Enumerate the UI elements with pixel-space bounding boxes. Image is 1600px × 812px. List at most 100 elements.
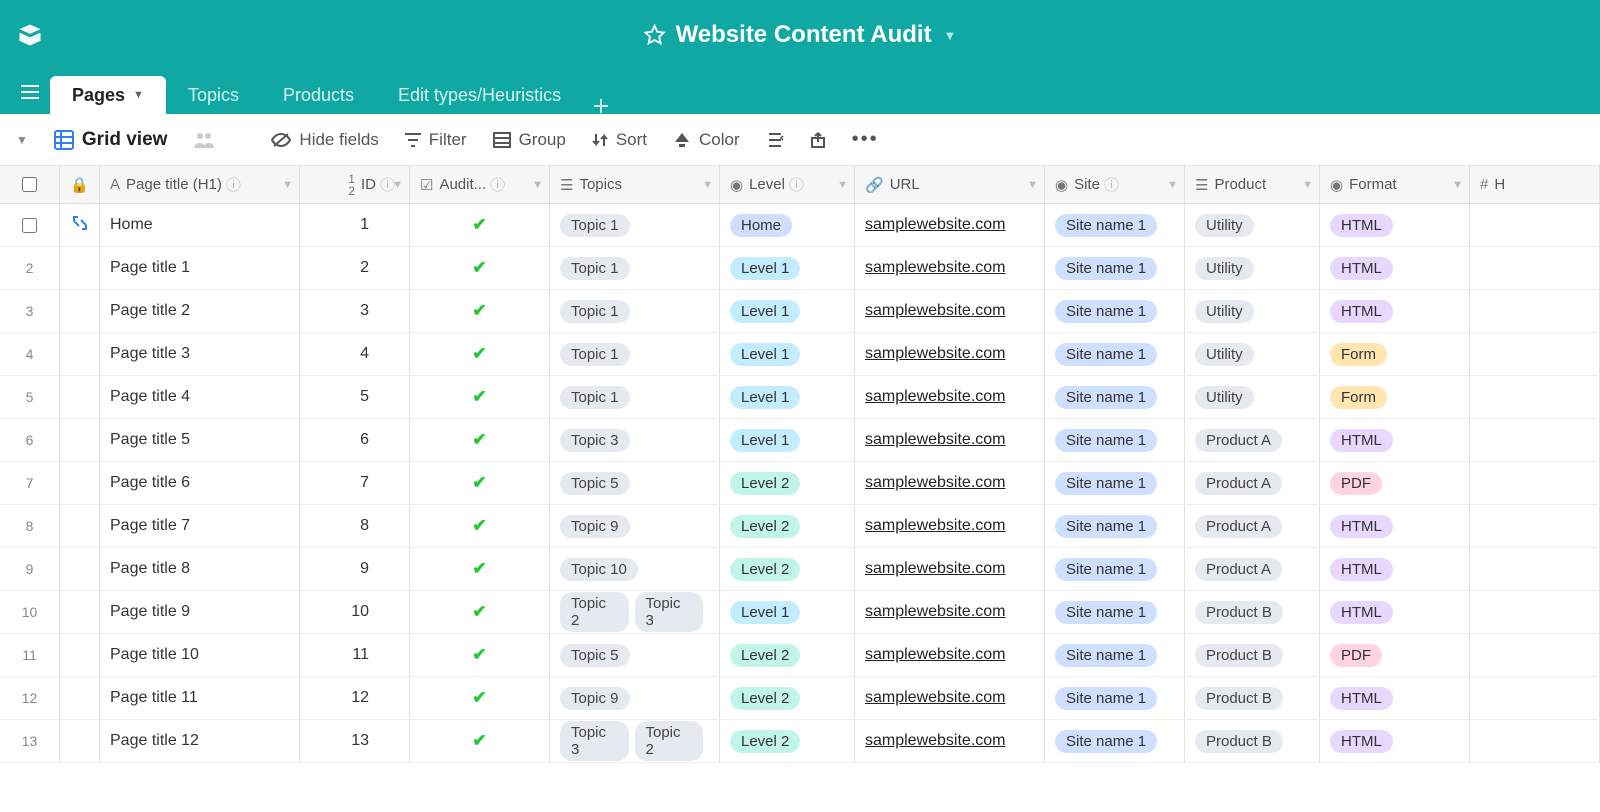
cell-level[interactable]: Level 2: [720, 462, 855, 504]
cell-topics[interactable]: Topic 3Topic 2: [550, 720, 720, 762]
cell-page-title[interactable]: Page title 11: [100, 677, 300, 719]
table-row[interactable]: 4Page title 34✔Topic 1Level 1samplewebsi…: [0, 333, 1600, 376]
sort-button[interactable]: Sort: [592, 130, 647, 150]
cell-topics[interactable]: Topic 9: [550, 505, 720, 547]
cell-product[interactable]: Utility: [1185, 204, 1320, 246]
cell-product[interactable]: Utility: [1185, 290, 1320, 332]
cell-id[interactable]: 5: [300, 376, 410, 418]
row-selector[interactable]: 13: [0, 720, 60, 762]
cell-id[interactable]: 13: [300, 720, 410, 762]
cell-partial[interactable]: [1470, 720, 1600, 762]
group-button[interactable]: Group: [493, 130, 566, 150]
cell-partial[interactable]: [1470, 204, 1600, 246]
column-level[interactable]: ◉ Level ⓘ ▼: [720, 166, 855, 203]
cell-product[interactable]: Product A: [1185, 505, 1320, 547]
column-dropdown-icon[interactable]: ▼: [1167, 179, 1178, 191]
cell-product[interactable]: Product A: [1185, 462, 1320, 504]
column-dropdown-icon[interactable]: ▼: [532, 179, 543, 191]
cell-level[interactable]: Level 2: [720, 677, 855, 719]
url-link[interactable]: samplewebsite.com: [865, 603, 1006, 621]
cell-id[interactable]: 8: [300, 505, 410, 547]
cell-topics[interactable]: Topic 1: [550, 204, 720, 246]
cell-audit[interactable]: ✔: [410, 720, 550, 762]
cell-partial[interactable]: [1470, 634, 1600, 676]
cell-page-title[interactable]: Page title 4: [100, 376, 300, 418]
cell-site[interactable]: Site name 1: [1045, 548, 1185, 590]
cell-audit[interactable]: ✔: [410, 634, 550, 676]
table-row[interactable]: 6Page title 56✔Topic 3Level 1samplewebsi…: [0, 419, 1600, 462]
column-dropdown-icon[interactable]: ▼: [392, 179, 403, 191]
cell-level[interactable]: Level 1: [720, 290, 855, 332]
expand-record[interactable]: [60, 333, 100, 375]
column-product[interactable]: ☰ Product ▼: [1185, 166, 1320, 203]
cell-partial[interactable]: [1470, 333, 1600, 375]
cell-topics[interactable]: Topic 1: [550, 290, 720, 332]
cell-site[interactable]: Site name 1: [1045, 247, 1185, 289]
cell-product[interactable]: Product B: [1185, 634, 1320, 676]
cell-audit[interactable]: ✔: [410, 333, 550, 375]
cell-url[interactable]: samplewebsite.com: [855, 204, 1045, 246]
cell-product[interactable]: Product A: [1185, 548, 1320, 590]
column-id[interactable]: 12 ID ⓘ ▼: [300, 166, 410, 203]
cell-topics[interactable]: Topic 5: [550, 634, 720, 676]
column-dropdown-icon[interactable]: ▼: [1302, 179, 1313, 191]
cell-url[interactable]: samplewebsite.com: [855, 548, 1045, 590]
tab-topics[interactable]: Topics: [166, 76, 261, 114]
row-selector[interactable]: 6: [0, 419, 60, 461]
cell-topics[interactable]: Topic 1: [550, 247, 720, 289]
cell-site[interactable]: Site name 1: [1045, 419, 1185, 461]
expand-record[interactable]: [60, 247, 100, 289]
cell-audit[interactable]: ✔: [410, 591, 550, 633]
cell-url[interactable]: samplewebsite.com: [855, 505, 1045, 547]
row-selector[interactable]: 5: [0, 376, 60, 418]
hide-fields-button[interactable]: Hide fields: [271, 130, 378, 150]
cell-page-title[interactable]: Page title 8: [100, 548, 300, 590]
cell-audit[interactable]: ✔: [410, 462, 550, 504]
cell-id[interactable]: 9: [300, 548, 410, 590]
table-row[interactable]: 2Page title 12✔Topic 1Level 1samplewebsi…: [0, 247, 1600, 290]
table-row[interactable]: 11Page title 1011✔Topic 5Level 2samplewe…: [0, 634, 1600, 677]
cell-product[interactable]: Utility: [1185, 247, 1320, 289]
cell-id[interactable]: 1: [300, 204, 410, 246]
cell-partial[interactable]: [1470, 462, 1600, 504]
row-selector[interactable]: 2: [0, 247, 60, 289]
cell-url[interactable]: samplewebsite.com: [855, 677, 1045, 719]
table-row[interactable]: 13Page title 1213✔Topic 3Topic 2Level 2s…: [0, 720, 1600, 763]
cell-level[interactable]: Home: [720, 204, 855, 246]
cell-page-title[interactable]: Page title 9: [100, 591, 300, 633]
cell-format[interactable]: PDF: [1320, 462, 1470, 504]
cell-page-title[interactable]: Page title 12: [100, 720, 300, 762]
cell-partial[interactable]: [1470, 677, 1600, 719]
tab-edit-types-heuristics[interactable]: Edit types/Heuristics: [376, 76, 583, 114]
tab-pages[interactable]: Pages▼: [50, 76, 166, 114]
cell-level[interactable]: Level 2: [720, 505, 855, 547]
cell-page-title[interactable]: Page title 2: [100, 290, 300, 332]
url-link[interactable]: samplewebsite.com: [865, 474, 1006, 492]
cell-format[interactable]: HTML: [1320, 677, 1470, 719]
cell-level[interactable]: Level 2: [720, 720, 855, 762]
cell-format[interactable]: Form: [1320, 333, 1470, 375]
row-selector[interactable]: [0, 204, 60, 246]
cell-site[interactable]: Site name 1: [1045, 376, 1185, 418]
cell-id[interactable]: 6: [300, 419, 410, 461]
cell-id[interactable]: 3: [300, 290, 410, 332]
cell-format[interactable]: HTML: [1320, 419, 1470, 461]
cell-format[interactable]: HTML: [1320, 204, 1470, 246]
cell-audit[interactable]: ✔: [410, 376, 550, 418]
cell-site[interactable]: Site name 1: [1045, 462, 1185, 504]
cell-site[interactable]: Site name 1: [1045, 204, 1185, 246]
cell-page-title[interactable]: Page title 6: [100, 462, 300, 504]
color-button[interactable]: Color: [673, 130, 740, 150]
cell-url[interactable]: samplewebsite.com: [855, 462, 1045, 504]
cell-id[interactable]: 4: [300, 333, 410, 375]
cell-topics[interactable]: Topic 3: [550, 419, 720, 461]
cell-level[interactable]: Level 1: [720, 333, 855, 375]
expand-record[interactable]: [60, 634, 100, 676]
more-options-icon[interactable]: •••: [852, 128, 879, 151]
cell-topics[interactable]: Topic 5: [550, 462, 720, 504]
column-audit[interactable]: ☑ Audit... ⓘ ▼: [410, 166, 550, 203]
base-title[interactable]: Website Content Audit ▼: [644, 21, 957, 49]
cell-page-title[interactable]: Page title 7: [100, 505, 300, 547]
expand-icon[interactable]: [72, 215, 88, 236]
expand-record[interactable]: [60, 591, 100, 633]
